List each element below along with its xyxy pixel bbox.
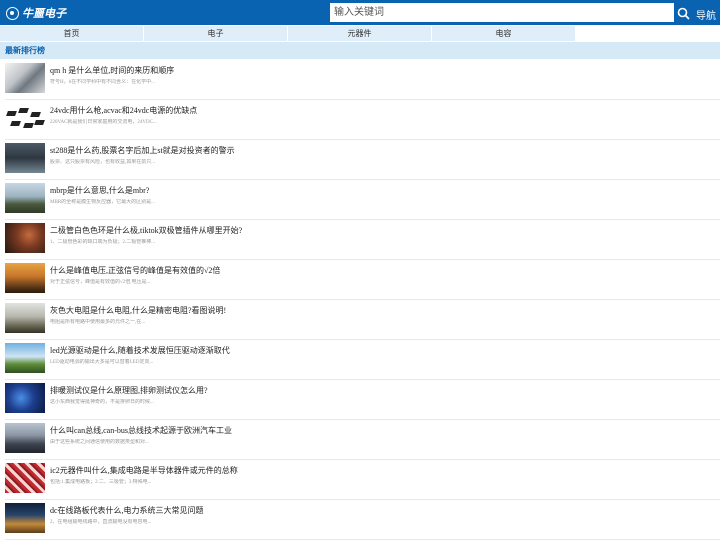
article-excerpt: 电阻是所有电路中使用最多的元件之一,在...: [50, 320, 146, 325]
article-item[interactable]: 什么叫can总线,can-bus总线技术起源于欧洲汽车工业 由于这些系统之间通信…: [5, 420, 720, 460]
article-title[interactable]: 二极管白色色环是什么极,tiktok双极管插件从哪里开始?: [50, 225, 720, 236]
article-title[interactable]: led光源驱动是什么,随着技术发展恒压驱动逐渐取代: [50, 345, 720, 356]
logo-icon: [6, 6, 19, 20]
article-title[interactable]: 什么是峰值电压,正弦信号的峰值是有效值的√2倍: [50, 265, 720, 276]
article-title[interactable]: qm h 是什么单位,时间的来历和顺序: [50, 65, 720, 76]
article-title[interactable]: 什么叫can总线,can-bus总线技术起源于欧洲汽车工业: [50, 425, 720, 436]
article-title[interactable]: ic2元器件叫什么,集成电路是半导体器件或元件的总称: [50, 465, 720, 476]
article-excerpt: 2、在电组输电线路中，直流输电没有电容电...: [50, 520, 152, 525]
article-thumbnail: [5, 383, 45, 413]
search-input[interactable]: [330, 3, 674, 22]
article-item[interactable]: ic2元器件叫什么,集成电路是半导体器件或元件的总称 包括:1.集成电路板；2.…: [5, 460, 720, 500]
article-excerpt: 股票、这只股票有风险，也有收益,如果在前只...: [50, 160, 156, 165]
article-thumbnail: [5, 343, 45, 373]
article-list: qm h 是什么单位,时间的来历和顺序 符号H，h在不同学科中有不同含义：在化学…: [0, 59, 720, 540]
article-item[interactable]: 二极管白色色环是什么极,tiktok双极管插件从哪里开始? 1、二极管色彩的缺口…: [5, 220, 720, 260]
article-item[interactable]: dc在线路板代表什么,电力系统三大常见问题 2、在电组输电线路中，直流输电没有电…: [5, 500, 720, 540]
article-item[interactable]: st288是什么药,股票名字后加上st就是对投资者的警示 股票、这只股票有风险，…: [5, 140, 720, 180]
article-title[interactable]: st288是什么药,股票名字后加上st就是对投资者的警示: [50, 145, 720, 156]
article-thumbnail: [5, 103, 45, 133]
article-thumbnail: [5, 263, 45, 293]
category-tabs: 首页 电子 元器件 电容: [0, 26, 576, 41]
article-item[interactable]: qm h 是什么单位,时间的来历和顺序 符号H，h在不同学科中有不同含义：在化学…: [5, 59, 720, 100]
article-thumbnail: [5, 303, 45, 333]
article-item[interactable]: led光源驱动是什么,随着技术发展恒压驱动逐渐取代 LED驱动电源的输出大多是可…: [5, 340, 720, 380]
article-title[interactable]: dc在线路板代表什么,电力系统三大常见问题: [50, 505, 720, 516]
article-title[interactable]: mbrp是什么意思,什么是mbr?: [50, 185, 720, 196]
article-thumbnail: [5, 183, 45, 213]
article-thumbnail: [5, 423, 45, 453]
section-title: 最新排行榜: [0, 42, 720, 59]
article-title[interactable]: 灰色大电阻是什么电阻,什么是精密电阻?看图说明!: [50, 305, 720, 316]
article-excerpt: 220VAC就是我们日常家庭用的交流电，24VDC...: [50, 120, 157, 125]
search-button[interactable]: [674, 3, 692, 22]
article-item[interactable]: 什么是峰值电压,正弦信号的峰值是有效值的√2倍 对于正弦信号，峰值是有效值的√2…: [5, 260, 720, 300]
article-excerpt: 包括:1.集成电路板；2.二、三极管；3.特殊电...: [50, 480, 152, 485]
nav-menu-link[interactable]: 导航: [696, 7, 716, 22]
logo-text: 牛噩电子: [22, 8, 66, 20]
tab-home[interactable]: 首页: [0, 26, 144, 41]
header-bar: 牛噩电子 导航: [0, 0, 720, 25]
article-excerpt: 对于正弦信号，峰值是有效值的√2倍,电压是...: [50, 280, 151, 285]
article-excerpt: 由于这些系统之间通信使用的数据类型和对...: [50, 440, 149, 445]
tab-electronics[interactable]: 电子: [144, 26, 288, 41]
article-excerpt: LED驱动电源的输出大多是可以替着LED定向...: [50, 360, 154, 365]
article-item[interactable]: 灰色大电阻是什么电阻,什么是精密电阻?看图说明! 电阻是所有电路中使用最多的元件…: [5, 300, 720, 340]
article-title[interactable]: 排暖测试仪是什么原理图,排卵测试仪怎么用?: [50, 385, 720, 396]
article-excerpt: 1、二极管色彩的缺口端为负极；2.二极管推棒...: [50, 240, 156, 245]
article-item[interactable]: 排暖测试仪是什么原理图,排卵测试仪怎么用? 这小东西我觉得挺神奇的，不是排卵日的…: [5, 380, 720, 420]
tab-components[interactable]: 元器件: [288, 26, 432, 41]
article-excerpt: MBR的全称是膜生物反应器，它最大的区别是...: [50, 200, 155, 205]
article-thumbnail: [5, 503, 45, 533]
site-logo[interactable]: 牛噩电子: [6, 5, 66, 21]
article-item[interactable]: mbrp是什么意思,什么是mbr? MBR的全称是膜生物反应器，它最大的区别是.…: [5, 180, 720, 220]
article-title[interactable]: 24vdc用什么枪,acvac和24vdc电源的优缺点: [50, 105, 720, 116]
article-thumbnail: [5, 223, 45, 253]
search-icon: [677, 7, 690, 20]
article-thumbnail: [5, 463, 45, 493]
article-excerpt: 这小东西我觉得挺神奇的，不是排卵日的时候...: [50, 400, 154, 405]
tab-capacitors[interactable]: 电容: [432, 26, 576, 41]
article-thumbnail: [5, 63, 45, 93]
article-excerpt: 符号H，h在不同学科中有不同含义：在化学中...: [50, 80, 155, 85]
article-thumbnail: [5, 143, 45, 173]
article-item[interactable]: 24vdc用什么枪,acvac和24vdc电源的优缺点 220VAC就是我们日常…: [5, 100, 720, 140]
